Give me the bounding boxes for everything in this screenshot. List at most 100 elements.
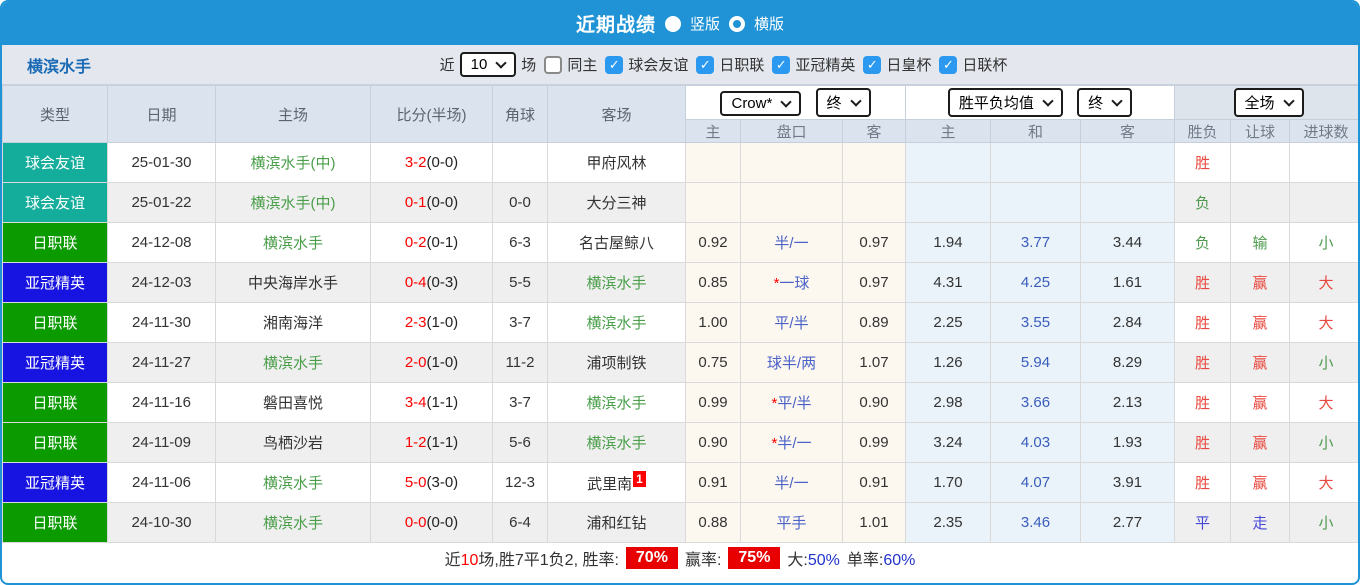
corner-cell: 6-3 (492, 222, 548, 263)
league-checkbox-j1[interactable]: ✓ (696, 55, 715, 74)
corner-cell: 5-6 (492, 422, 548, 463)
vertical-layout-label: 竖版 (689, 16, 720, 33)
horizontal-layout-radio[interactable] (729, 15, 745, 32)
eu-away-odds-cell (1080, 182, 1176, 223)
ah-result-cell: 走 (1230, 502, 1291, 543)
col-header-type: 类型 (2, 85, 108, 143)
eu-home-odds-cell: 1.70 (905, 462, 992, 503)
away-team-cell: 大分三神 (547, 182, 686, 223)
chevron-down-icon (780, 95, 792, 108)
type-badge: 亚冠精英 (2, 342, 108, 383)
bookmaker-select[interactable]: Crow* (720, 91, 802, 116)
col-header-away: 客场 (547, 85, 686, 143)
league-checkbox-league-cup[interactable]: ✓ (939, 55, 958, 74)
ah-away-odds-cell: 1.01 (841, 502, 907, 543)
result-cell: 胜 (1174, 342, 1232, 383)
europe-state-select[interactable]: 终 (1077, 88, 1133, 117)
match-count-select[interactable]: 10 (459, 52, 517, 77)
single-rate: 单率:60% (846, 552, 916, 569)
eu-home-odds-cell: 4.31 (905, 262, 992, 303)
score-cell: 0-1(0-0) (370, 182, 493, 223)
ah-result-cell (1230, 142, 1291, 183)
horizontal-layout-label: 横版 (754, 16, 785, 33)
league-label-j1: 日职联 (719, 57, 765, 74)
same-home-checkbox[interactable] (544, 55, 563, 74)
scope-select[interactable]: 全场 (1233, 88, 1304, 117)
eu-home-odds-cell: 1.94 (905, 222, 992, 263)
eu-away-odds-cell: 1.93 (1080, 422, 1176, 463)
eu-draw-odds-cell (990, 142, 1082, 183)
date-cell: 24-12-03 (107, 262, 216, 303)
profit-rate-label: 赢率: (684, 552, 722, 569)
home-team-cell: 横滨水手 (215, 462, 371, 503)
ah-result-cell: 赢 (1230, 302, 1291, 343)
type-badge: 日职联 (2, 502, 108, 543)
goals-result-cell (1289, 142, 1358, 183)
ah-away-odds-cell: 0.91 (841, 462, 907, 503)
profit-rate-badge: 75% (728, 547, 781, 569)
ah-result-cell: 赢 (1230, 422, 1291, 463)
result-group-header: 全场 (1174, 85, 1358, 120)
date-cell: 24-11-30 (107, 302, 216, 343)
ah-result-cell: 输 (1230, 222, 1291, 263)
subcol-goals: 进球数 (1289, 119, 1358, 143)
subcol-result: 胜负 (1174, 119, 1232, 143)
league-checkbox-emperor-cup[interactable]: ✓ (863, 55, 882, 74)
result-cell: 负 (1174, 222, 1232, 263)
eu-away-odds-cell: 2.13 (1080, 382, 1176, 423)
eu-home-odds-cell: 3.24 (905, 422, 992, 463)
league-checkbox-acl[interactable]: ✓ (772, 55, 791, 74)
eu-home-odds-cell: 2.25 (905, 302, 992, 343)
ah-line-cell: 半/一 (740, 462, 843, 503)
corner-cell: 6-4 (492, 502, 548, 543)
date-cell: 24-11-09 (107, 422, 216, 463)
ah-line-cell: *一球 (740, 262, 843, 303)
date-cell: 24-10-30 (107, 502, 216, 543)
goals-result-cell: 大 (1289, 462, 1358, 503)
ah-away-odds-cell: 0.99 (841, 422, 907, 463)
away-team-cell: 名古屋鲸八 (547, 222, 686, 263)
ah-result-cell (1230, 182, 1291, 223)
handicap-state-select[interactable]: 终 (815, 88, 871, 117)
ah-home-odds-cell: 0.90 (685, 422, 741, 463)
corner-cell: 12-3 (492, 462, 548, 503)
europe-odds-select[interactable]: 胜平负均值 (947, 88, 1063, 117)
type-badge: 日职联 (2, 302, 108, 343)
ah-home-odds-cell (685, 142, 741, 183)
date-cell: 24-11-06 (107, 462, 216, 503)
home-team-cell: 磐田喜悦 (215, 382, 371, 423)
away-team-cell: 横滨水手 (547, 302, 686, 343)
chevron-down-icon (1042, 94, 1054, 107)
win-rate-badge: 70% (625, 547, 678, 569)
ah-result-cell: 赢 (1230, 382, 1291, 423)
goals-result-cell (1289, 182, 1358, 223)
league-checkbox-friendly[interactable]: ✓ (605, 55, 624, 74)
ah-home-odds-cell (685, 182, 741, 223)
summary-record: 近10场,胜7平1负2, 胜率: (444, 552, 619, 569)
eu-draw-odds-cell: 4.03 (990, 422, 1082, 463)
ah-home-odds-cell: 1.00 (685, 302, 741, 343)
goals-result-cell: 大 (1289, 262, 1358, 303)
home-team-cell: 横滨水手(中) (215, 182, 371, 223)
score-cell: 5-0(3-0) (370, 462, 493, 503)
away-team-cell: 横滨水手 (547, 382, 686, 423)
chevron-down-icon (1282, 94, 1295, 107)
result-cell: 胜 (1174, 462, 1232, 503)
table-row: 日职联 24-11-16 磐田喜悦 3-4(1-1) 3-7 横滨水手 0.99 *平/半 0.… (2, 382, 1358, 423)
ah-away-odds-cell (841, 142, 907, 183)
near-label: 近 (439, 57, 455, 74)
type-badge: 亚冠精英 (2, 262, 108, 303)
date-cell: 25-01-22 (107, 182, 216, 223)
ah-home-odds-cell: 0.99 (685, 382, 741, 423)
home-team-cell: 横滨水手 (215, 342, 371, 383)
ah-line-cell: 半/一 (740, 222, 843, 263)
home-team-cell: 横滨水手 (215, 502, 371, 543)
subcol-ah-home: 主 (685, 119, 741, 143)
subcol-eu-away: 客 (1080, 119, 1176, 143)
team-name-link[interactable]: 横滨水手 (27, 53, 91, 77)
home-team-cell: 横滨水手(中) (215, 142, 371, 183)
date-cell: 24-12-08 (107, 222, 216, 263)
result-cell: 胜 (1174, 142, 1232, 183)
vertical-layout-radio[interactable] (664, 15, 681, 32)
date-cell: 24-11-16 (107, 382, 216, 423)
